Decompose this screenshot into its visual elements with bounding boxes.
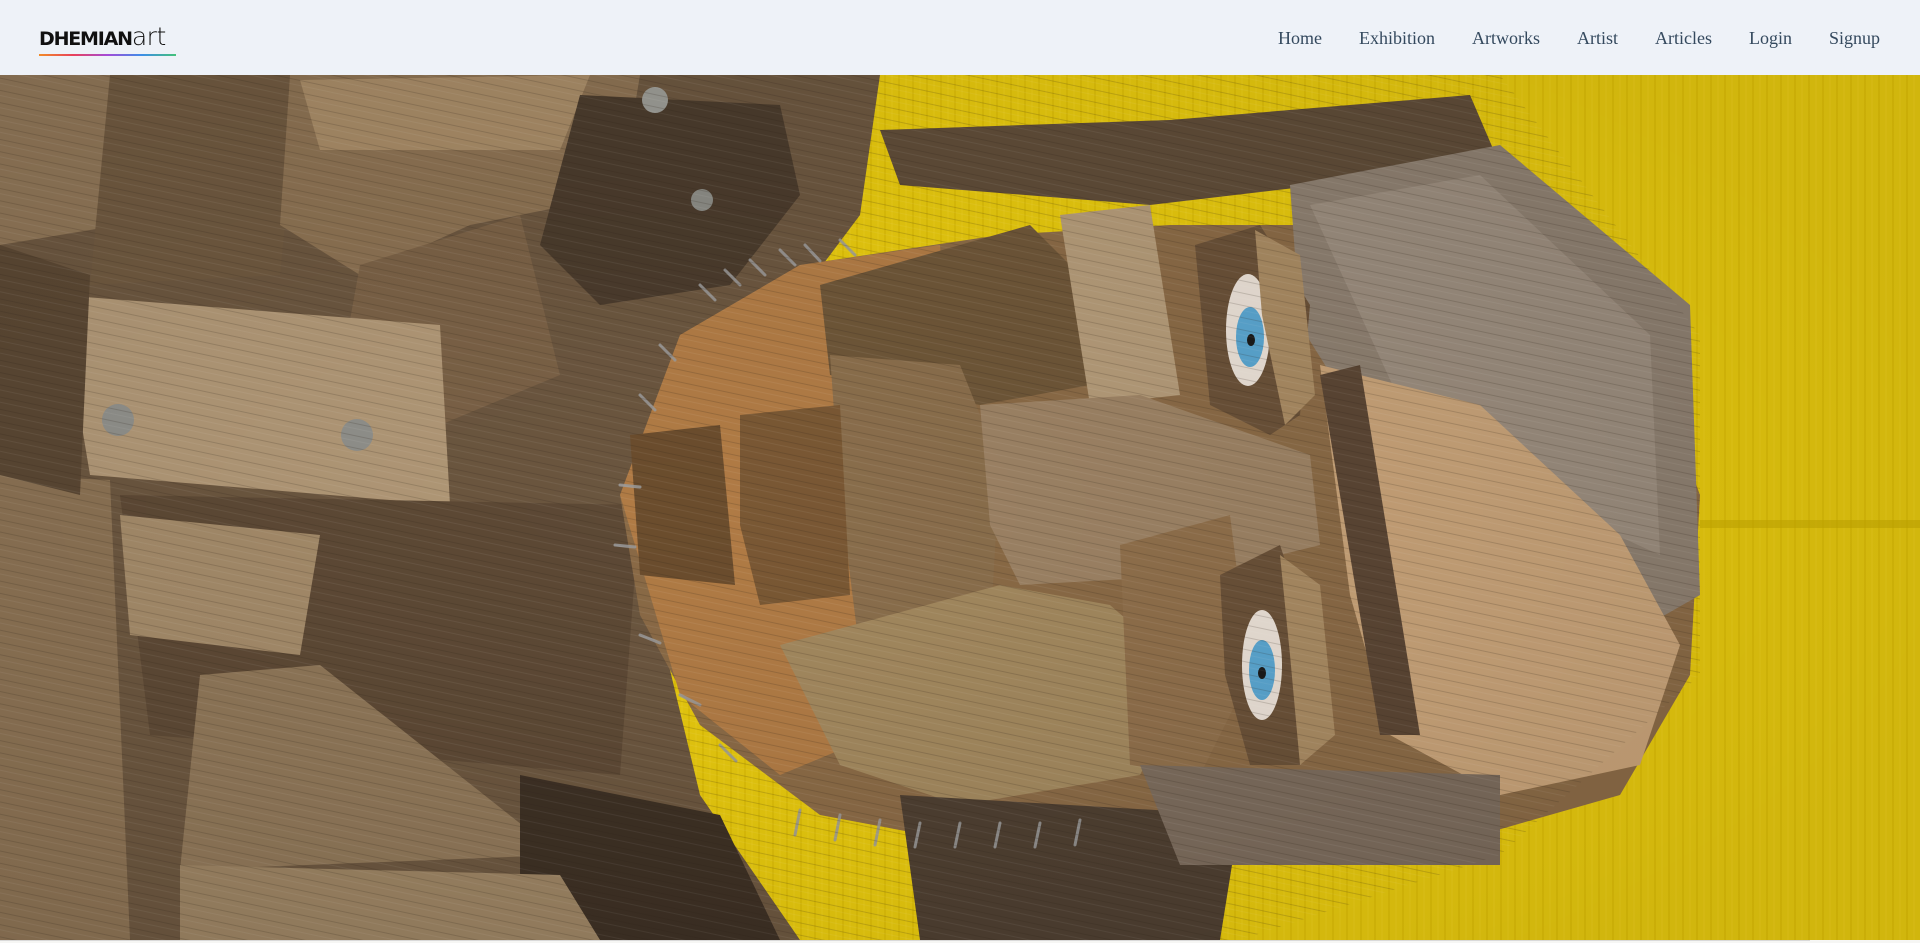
nav-artworks-link[interactable]: Artworks: [1472, 26, 1540, 50]
nav-articles-link[interactable]: Articles: [1655, 26, 1712, 50]
bottom-divider: [0, 940, 1810, 941]
nav-login-link[interactable]: Login: [1749, 26, 1792, 50]
nav-home-link[interactable]: Home: [1278, 26, 1322, 50]
hero-image-wood-face-sculpture: [0, 75, 1920, 940]
nav-signup-link[interactable]: Signup: [1829, 26, 1880, 50]
top-navbar: DHEMIAN art Home Exhibition Artworks Arti…: [0, 0, 1920, 75]
nav-exhibition-link[interactable]: Exhibition: [1359, 26, 1435, 50]
brand-logo-thin-text: art: [131, 21, 166, 51]
main-nav: Home Exhibition Artworks Artist Articles…: [1241, 26, 1880, 50]
hero-banner: [0, 75, 1920, 940]
nav-artist-link[interactable]: Artist: [1577, 26, 1618, 50]
brand-logo-bold-text: DHEMIAN: [39, 27, 133, 50]
brand-logo-underline: [39, 53, 176, 56]
brand-logo[interactable]: DHEMIAN art: [39, 21, 176, 56]
